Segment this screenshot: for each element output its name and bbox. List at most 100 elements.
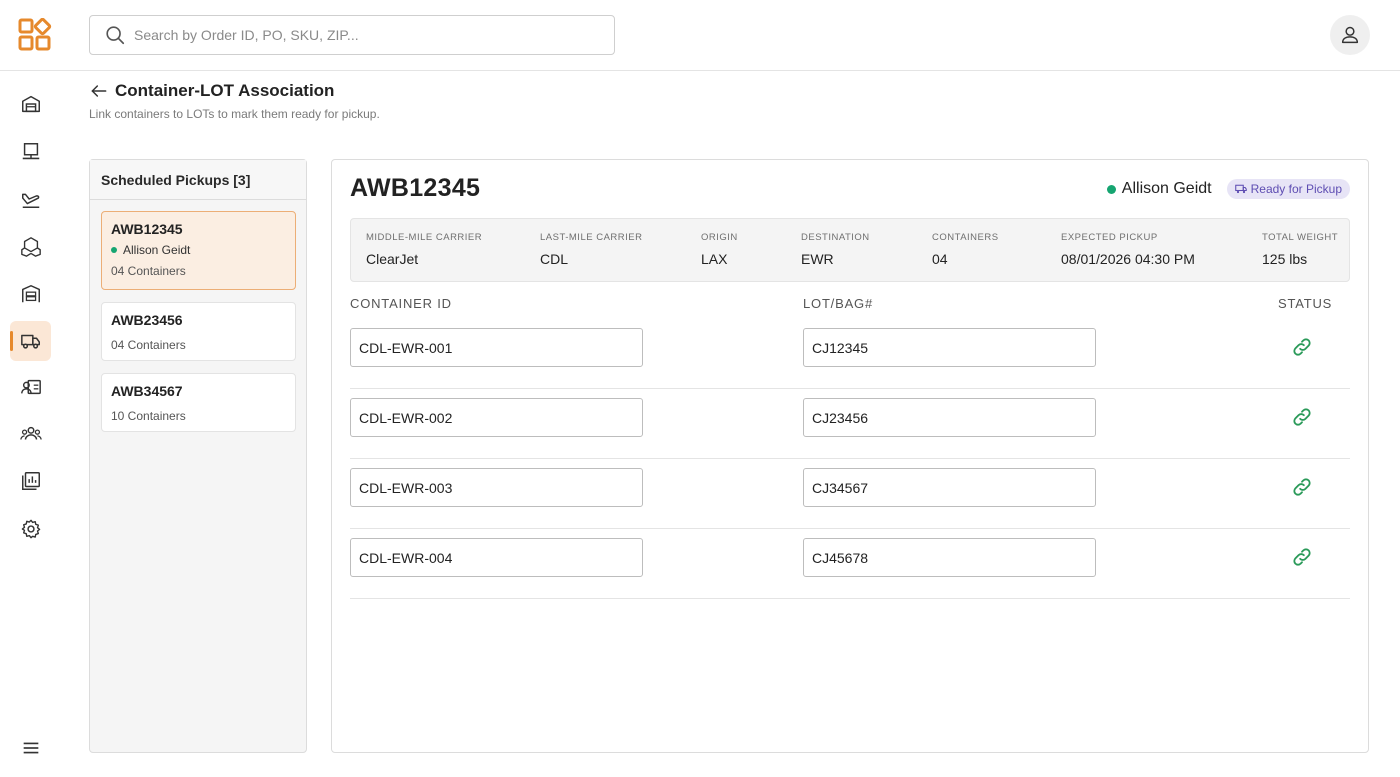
pickup-awb: AWB34567	[111, 383, 183, 399]
page-subtitle: Link containers to LOTs to mark them rea…	[89, 107, 380, 121]
pickup-container-count: 04 Containers	[111, 338, 186, 352]
shipment-info-bar: Middle-mile carrier ClearJet Last-mile c…	[350, 218, 1350, 282]
ready-icon	[1234, 184, 1247, 194]
info-value: 04	[932, 251, 948, 267]
info-middle-mile: Middle-mile carrier ClearJet	[366, 232, 482, 267]
link-icon	[1293, 408, 1311, 426]
pickup-detail-panel: AWB12345 Allison Geidt Ready for Pickup …	[331, 159, 1369, 753]
user-profile-button[interactable]	[1330, 15, 1370, 55]
search-input[interactable]	[134, 27, 594, 43]
status-badge: Ready for Pickup	[1226, 179, 1350, 199]
warehouse-icon	[21, 95, 40, 113]
lot-bag-input[interactable]	[803, 328, 1096, 367]
nav-item-settings[interactable]	[10, 509, 51, 549]
back-arrow-icon[interactable]	[89, 81, 109, 101]
pickup-card[interactable]: AWB23456 04 Containers	[101, 302, 296, 361]
info-destination: Destination EWR	[801, 232, 870, 267]
person-icon	[1341, 26, 1359, 44]
detail-awb-title: AWB12345	[350, 174, 481, 202]
link-icon	[1293, 548, 1311, 566]
table-row	[350, 389, 1350, 459]
link-status-button[interactable]	[1291, 546, 1313, 568]
info-label: Origin	[701, 232, 738, 243]
hamburger-icon	[23, 742, 38, 754]
info-value: ClearJet	[366, 251, 419, 267]
gear-icon	[21, 519, 40, 539]
pickup-awb: AWB12345	[111, 221, 183, 237]
pickup-container-count: 10 Containers	[111, 409, 186, 423]
pickup-driver: Allison Geidt	[111, 243, 286, 257]
nav-item-inventory[interactable]	[10, 274, 51, 314]
lot-bag-input[interactable]	[803, 398, 1096, 437]
pickup-awb: AWB23456	[111, 312, 183, 328]
page-header: Container-LOT Association Link container…	[89, 80, 380, 121]
info-label: Destination	[801, 232, 870, 243]
nav-item-pickups[interactable]	[10, 321, 51, 361]
detail-driver: Allison Geidt	[1106, 180, 1212, 198]
info-label: Containers	[932, 232, 999, 243]
column-header-container-id: Container ID	[350, 296, 452, 311]
report-icon	[21, 472, 40, 490]
shelves-icon	[21, 285, 40, 303]
info-value: LAX	[701, 251, 728, 267]
container-id-input[interactable]	[350, 468, 643, 507]
info-label: Middle-mile carrier	[366, 232, 483, 243]
pickup-card[interactable]: AWB34567 10 Containers	[101, 373, 296, 432]
nav-item-contacts[interactable]	[10, 367, 51, 407]
search-icon	[106, 26, 125, 45]
pickup-card[interactable]: AWB12345 Allison Geidt 04 Containers	[101, 211, 296, 290]
desk-icon	[22, 143, 39, 160]
lot-bag-input[interactable]	[803, 468, 1096, 507]
link-status-button[interactable]	[1291, 406, 1313, 428]
app-logo-icon[interactable]	[18, 17, 52, 52]
info-origin: Origin LAX	[701, 232, 738, 267]
id-card-icon	[20, 379, 41, 395]
side-navigation	[0, 71, 61, 777]
page-title: Container-LOT Association	[115, 81, 335, 100]
nav-item-users[interactable]	[10, 414, 51, 454]
nav-item-home[interactable]	[10, 84, 51, 124]
link-status-button[interactable]	[1291, 336, 1313, 358]
status-badge-label: Ready for Pickup	[1250, 182, 1342, 196]
plane-icon	[21, 193, 39, 208]
table-row	[350, 529, 1350, 599]
info-value: 08/01/2026 04:30 PM	[1061, 251, 1195, 267]
search-box[interactable]	[89, 15, 615, 55]
info-value: 125 lbs	[1262, 251, 1308, 267]
nav-item-monitor[interactable]	[10, 132, 51, 172]
table-row	[350, 319, 1350, 389]
info-label: Total weight	[1262, 232, 1339, 243]
boxes-icon	[20, 237, 41, 257]
info-value: EWR	[801, 251, 834, 267]
scheduled-pickups-header: Scheduled Pickups [3]	[90, 160, 306, 200]
link-status-button[interactable]	[1291, 476, 1313, 498]
online-status-dot	[111, 247, 117, 253]
container-id-input[interactable]	[350, 328, 643, 367]
info-last-mile: Last-mile carrier CDL	[540, 232, 642, 267]
menu-toggle-button[interactable]	[10, 728, 51, 768]
info-expected-pickup: Expected pickup 08/01/2026 04:30 PM	[1061, 232, 1195, 267]
pickup-container-count: 04 Containers	[111, 264, 186, 278]
info-total-weight: Total weight 125 lbs	[1262, 232, 1338, 267]
info-value: CDL	[540, 251, 569, 267]
detail-driver-name: Allison Geidt	[1121, 180, 1212, 197]
nav-item-packages[interactable]	[10, 227, 51, 267]
container-id-input[interactable]	[350, 538, 643, 577]
lot-bag-input[interactable]	[803, 538, 1096, 577]
link-icon	[1293, 478, 1311, 496]
info-containers: Containers 04	[932, 232, 999, 267]
top-bar	[0, 0, 1400, 71]
online-status-dot	[1106, 184, 1116, 194]
column-header-lot-bag: LOT/BAG#	[803, 296, 873, 311]
table-row	[350, 459, 1350, 529]
scheduled-pickups-panel: Scheduled Pickups [3] AWB12345 Allison G…	[89, 159, 307, 753]
link-icon	[1293, 338, 1311, 356]
driver-status-group: Allison Geidt Ready for Pickup	[1106, 179, 1350, 199]
truck-icon	[20, 334, 40, 349]
container-id-input[interactable]	[350, 398, 643, 437]
nav-item-flights[interactable]	[10, 179, 51, 219]
pickup-driver-name: Allison Geidt	[123, 243, 191, 257]
nav-item-reports[interactable]	[10, 461, 51, 501]
group-icon	[19, 426, 42, 440]
column-header-status: Status	[1278, 296, 1333, 311]
